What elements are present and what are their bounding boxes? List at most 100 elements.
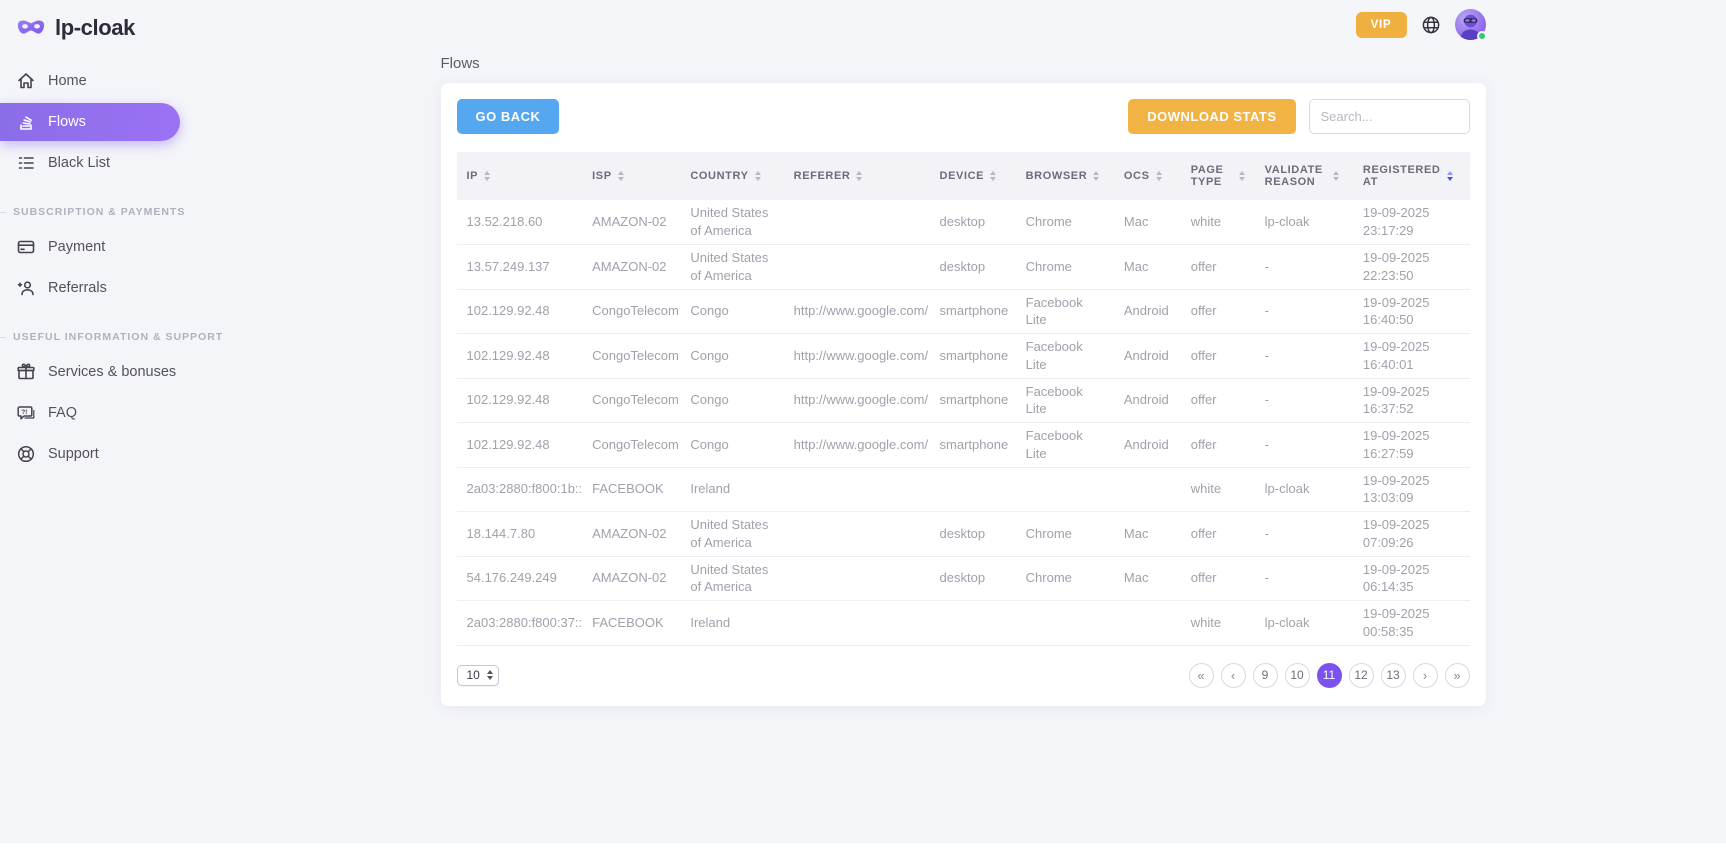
page-button-13[interactable]: 13 (1381, 663, 1406, 688)
cell-page-type: offer (1181, 512, 1255, 557)
table-row[interactable]: 2a03:2880:f800:1b::FACEBOOKIrelandwhitel… (457, 467, 1470, 512)
mask-logo-icon (16, 18, 46, 38)
faq-bubble-icon: ?! (16, 403, 36, 423)
sidebar-item-label: Referrals (48, 280, 107, 296)
sort-icon-active (1447, 171, 1453, 181)
column-header-referer[interactable]: REFERER (784, 152, 930, 200)
pagination-bar: 10 « ‹ 9 10 11 12 13 › » (457, 663, 1470, 688)
cell-browser: Facebook Lite (1016, 289, 1114, 334)
cell-isp: FACEBOOK (582, 467, 680, 512)
cell-validate-reason: - (1255, 423, 1353, 468)
cell-country: Ireland (680, 601, 783, 646)
sidebar-item-label: Support (48, 446, 99, 462)
sidebar-item-faq[interactable]: ?! FAQ (0, 394, 200, 432)
column-header-country[interactable]: COUNTRY (680, 152, 783, 200)
sidebar-item-home[interactable]: Home (0, 62, 200, 100)
next-page-button[interactable]: › (1413, 663, 1438, 688)
table-row[interactable]: 13.52.218.60AMAZON-02United States of Am… (457, 200, 1470, 245)
cell-ocs: Mac (1114, 245, 1181, 290)
cell-browser (1016, 601, 1114, 646)
cell-browser: Facebook Lite (1016, 423, 1114, 468)
column-header-browser[interactable]: BROWSER (1016, 152, 1114, 200)
column-header-registered-at[interactable]: REGISTERED AT (1353, 152, 1470, 200)
cell-ocs (1114, 601, 1181, 646)
flows-table: IP ISP COUNTRY REFERER DEVICE BROWSER OC… (457, 152, 1470, 646)
life-buoy-icon (16, 444, 36, 464)
cell-referer (784, 512, 930, 557)
column-header-device[interactable]: DEVICE (930, 152, 1016, 200)
go-back-button[interactable]: GO BACK (457, 99, 560, 134)
svg-text:?!: ?! (21, 409, 27, 416)
cell-ocs (1114, 467, 1181, 512)
first-page-button[interactable]: « (1189, 663, 1214, 688)
cell-isp: AMAZON-02 (582, 512, 680, 557)
table-header-row: IP ISP COUNTRY REFERER DEVICE BROWSER OC… (457, 152, 1470, 200)
list-icon (16, 153, 36, 173)
column-header-validate-reason[interactable]: VALIDATE REASON (1255, 152, 1353, 200)
page-buttons: « ‹ 9 10 11 12 13 › » (1189, 663, 1470, 688)
cell-browser: Chrome (1016, 245, 1114, 290)
main-area: VIP Flows GO BACK (200, 0, 1726, 706)
column-header-page-type[interactable]: PAGE TYPE (1181, 152, 1255, 200)
table-row[interactable]: 102.129.92.48CongoTelecomCongohttp://www… (457, 378, 1470, 423)
sidebar-item-black-list[interactable]: Black List (0, 144, 200, 182)
sort-icon (1093, 171, 1099, 181)
table-row[interactable]: 54.176.249.249AMAZON-02United States of … (457, 556, 1470, 601)
language-globe-icon[interactable] (1421, 15, 1441, 35)
download-stats-button[interactable]: DOWNLOAD STATS (1128, 99, 1295, 134)
column-header-ip[interactable]: IP (457, 152, 583, 200)
cell-page-type: offer (1181, 245, 1255, 290)
sidebar-item-label: Black List (48, 155, 110, 171)
stepper-arrows-icon (487, 670, 493, 680)
cell-registered-at: 19-09-2025 00:58:35 (1353, 601, 1470, 646)
sidebar-item-support[interactable]: Support (0, 435, 200, 473)
cell-isp: AMAZON-02 (582, 245, 680, 290)
cell-validate-reason: lp-cloak (1255, 601, 1353, 646)
sidebar-item-label: Flows (48, 114, 86, 130)
cell-referer (784, 601, 930, 646)
table-row[interactable]: 102.129.92.48CongoTelecomCongohttp://www… (457, 289, 1470, 334)
cell-device (930, 467, 1016, 512)
cell-registered-at: 19-09-2025 13:03:09 (1353, 467, 1470, 512)
column-header-ocs[interactable]: OCS (1114, 152, 1181, 200)
cell-referer (784, 556, 930, 601)
sort-icon (856, 171, 862, 181)
sort-icon (1239, 171, 1245, 181)
page-button-10[interactable]: 10 (1285, 663, 1310, 688)
table-row[interactable]: 13.57.249.137AMAZON-02United States of A… (457, 245, 1470, 290)
cell-country: Congo (680, 289, 783, 334)
cell-ocs: Mac (1114, 200, 1181, 245)
table-row[interactable]: 102.129.92.48CongoTelecomCongohttp://www… (457, 334, 1470, 379)
table-row[interactable]: 2a03:2880:f800:37::FACEBOOKIrelandwhitel… (457, 601, 1470, 646)
sidebar-nav: Home Flows Black List SUBSCRIPTION & PAY… (0, 62, 200, 473)
page-button-12[interactable]: 12 (1349, 663, 1374, 688)
cell-ip: 102.129.92.48 (457, 423, 583, 468)
last-page-button[interactable]: » (1445, 663, 1470, 688)
home-icon (16, 71, 36, 91)
sidebar-item-flows[interactable]: Flows (0, 103, 180, 141)
column-header-isp[interactable]: ISP (582, 152, 680, 200)
cell-referer (784, 467, 930, 512)
prev-page-button[interactable]: ‹ (1221, 663, 1246, 688)
cell-referer: http://www.google.com/ (784, 378, 930, 423)
sidebar-item-services-bonuses[interactable]: Services & bonuses (0, 353, 200, 391)
sidebar-item-referrals[interactable]: Referrals (0, 269, 200, 307)
brand-logo[interactable]: lp-cloak (0, 0, 200, 59)
online-status-dot (1477, 31, 1487, 41)
sidebar-item-payment[interactable]: Payment (0, 228, 200, 266)
cell-registered-at: 19-09-2025 22:23:50 (1353, 245, 1470, 290)
vip-button[interactable]: VIP (1356, 12, 1407, 38)
table-row[interactable]: 102.129.92.48CongoTelecomCongohttp://www… (457, 423, 1470, 468)
cell-registered-at: 19-09-2025 16:37:52 (1353, 378, 1470, 423)
cell-registered-at: 19-09-2025 23:17:29 (1353, 200, 1470, 245)
cell-referer: http://www.google.com/ (784, 289, 930, 334)
cell-ip: 54.176.249.249 (457, 556, 583, 601)
page-button-11-active[interactable]: 11 (1317, 663, 1342, 688)
page-button-9[interactable]: 9 (1253, 663, 1278, 688)
search-input[interactable] (1309, 99, 1470, 134)
page-size-select[interactable]: 10 (457, 665, 499, 686)
user-avatar[interactable] (1455, 9, 1486, 40)
sidebar-item-label: Payment (48, 239, 105, 255)
cell-validate-reason: - (1255, 378, 1353, 423)
table-row[interactable]: 18.144.7.80AMAZON-02United States of Ame… (457, 512, 1470, 557)
